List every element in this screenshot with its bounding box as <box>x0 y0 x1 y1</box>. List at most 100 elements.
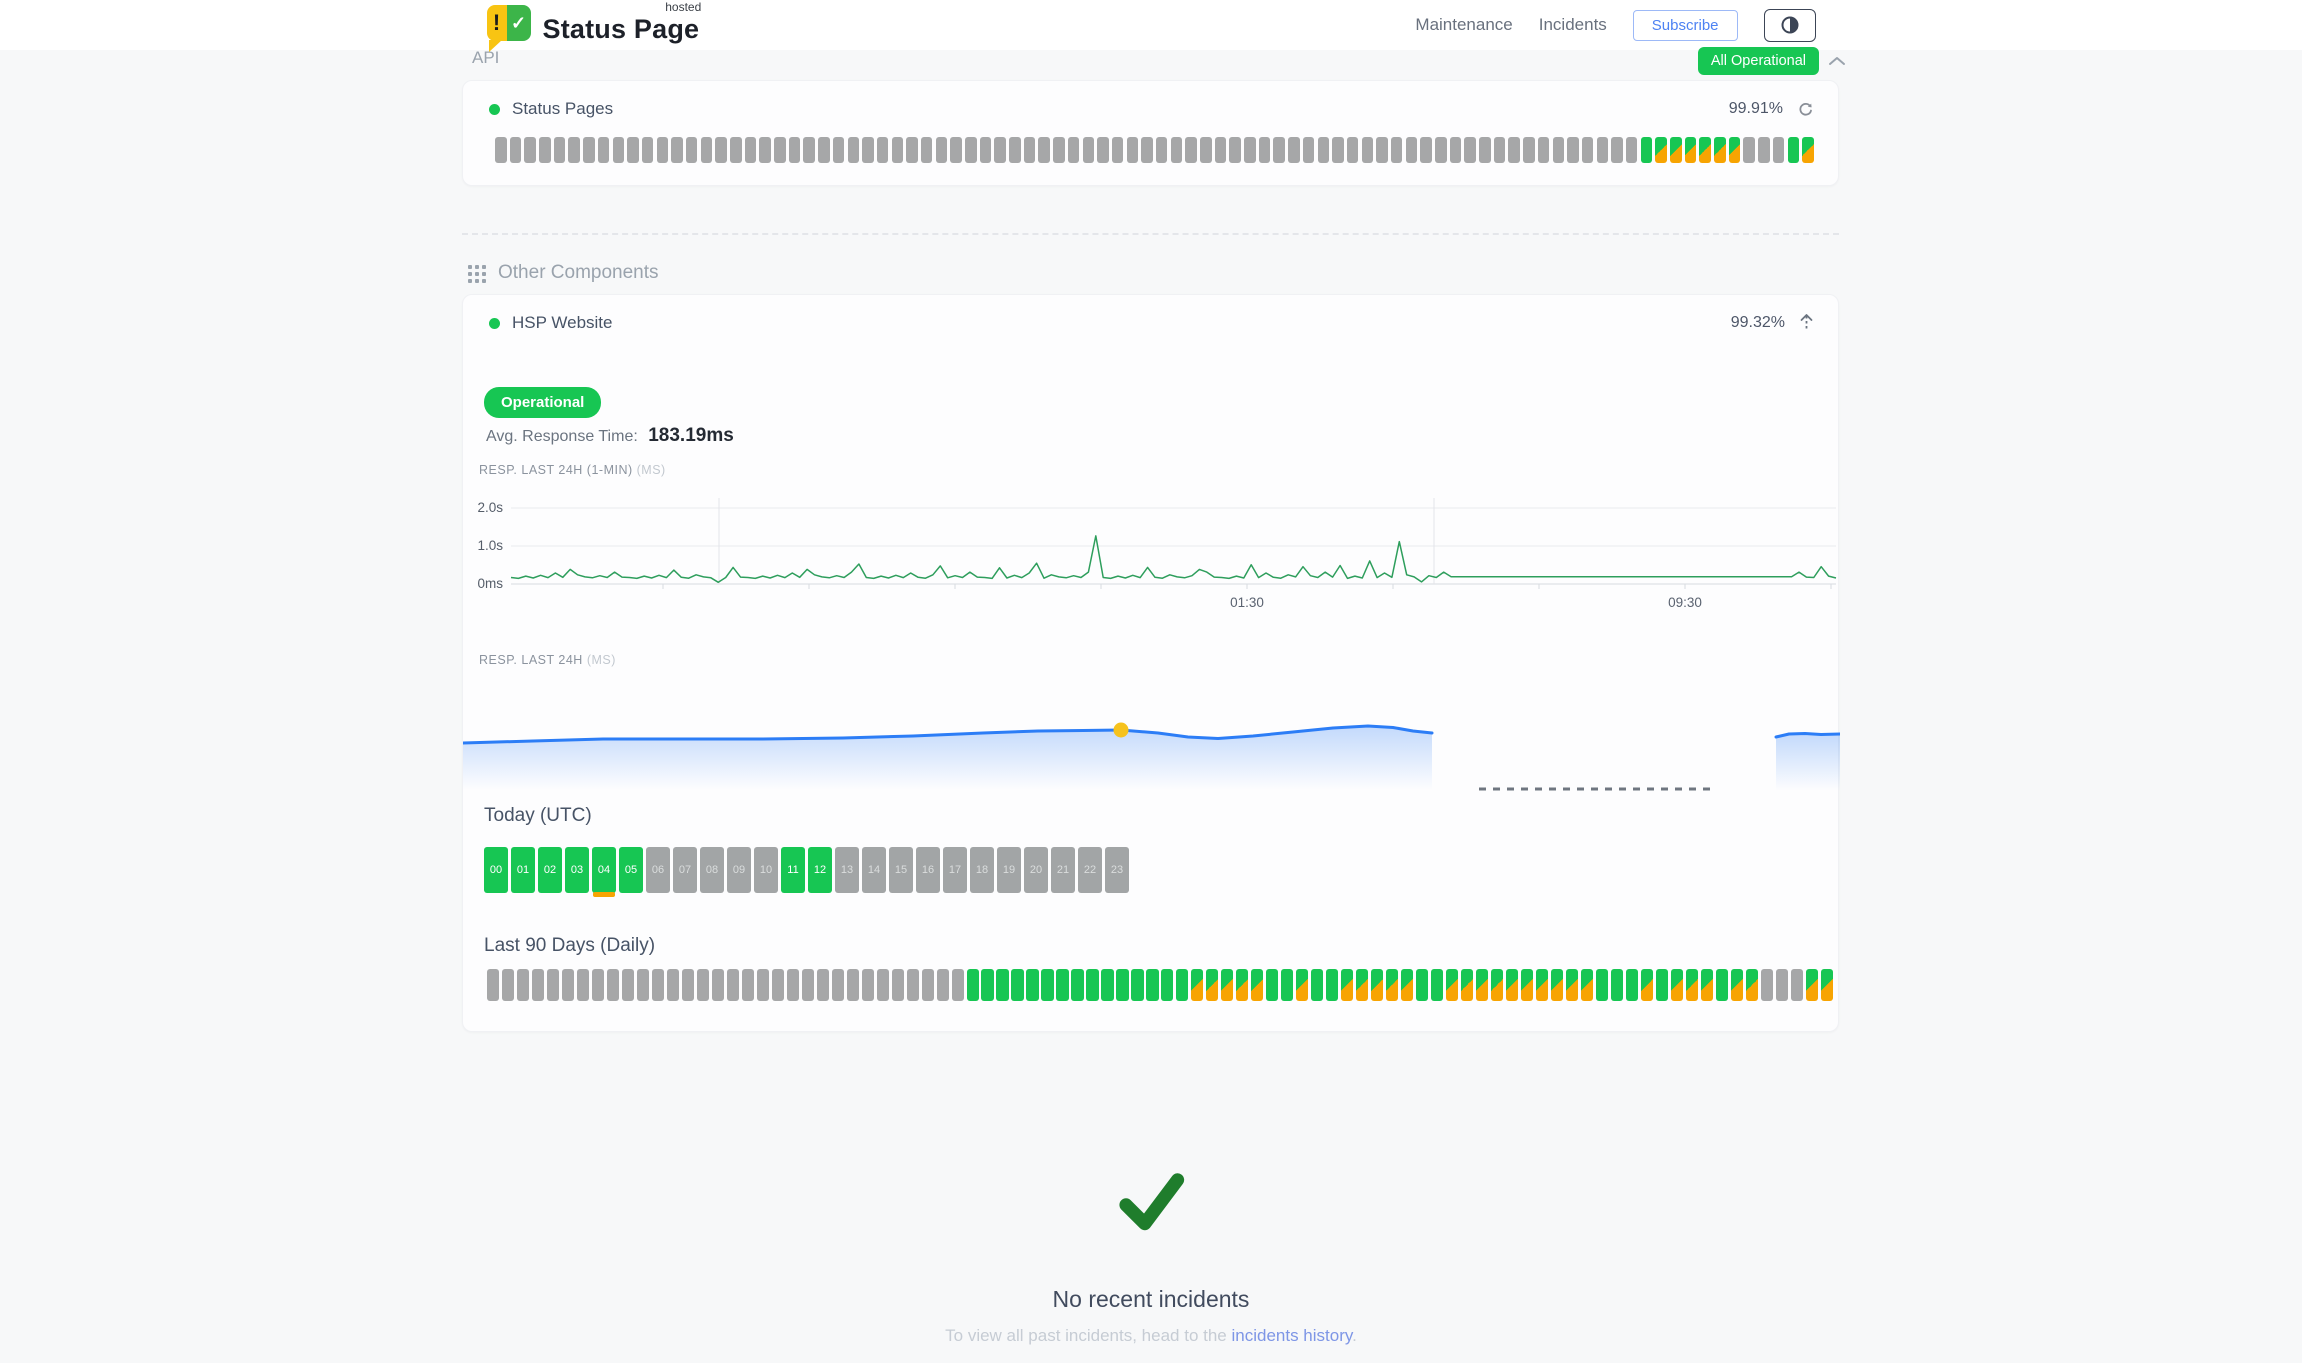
uptime-bar-degraded[interactable] <box>1251 969 1263 1001</box>
uptime-bar-no-data[interactable] <box>1229 137 1241 163</box>
uptime-bar-no-data[interactable] <box>627 137 639 163</box>
uptime-bar-no-data[interactable] <box>712 969 724 1001</box>
uptime-bar-operational[interactable] <box>1626 969 1638 1001</box>
uptime-bar-operational[interactable] <box>1611 969 1623 1001</box>
uptime-bar-no-data[interactable] <box>642 137 654 163</box>
uptime-bar-no-data[interactable] <box>652 969 664 1001</box>
uptime-bar-operational[interactable] <box>1656 969 1668 1001</box>
refresh-icon[interactable] <box>1797 101 1814 118</box>
uptime-bar-degraded[interactable] <box>1371 969 1383 1001</box>
uptime-bar-degraded[interactable] <box>1802 137 1814 163</box>
uptime-bar-degraded[interactable] <box>1731 969 1743 1001</box>
hour-block-14[interactable]: 14 <box>862 847 886 893</box>
uptime-bar-operational[interactable] <box>967 969 979 1001</box>
hour-block-10[interactable]: 10 <box>754 847 778 893</box>
hour-block-20[interactable]: 20 <box>1024 847 1048 893</box>
uptime-bar-degraded[interactable] <box>1521 969 1533 1001</box>
uptime-bar-no-data[interactable] <box>745 137 757 163</box>
uptime-bar-no-data[interactable] <box>1200 137 1212 163</box>
uptime-bar-degraded[interactable] <box>1821 969 1833 1001</box>
uptime-bar-no-data[interactable] <box>1776 969 1788 1001</box>
uptime-bar-operational[interactable] <box>1116 969 1128 1001</box>
uptime-bar-no-data[interactable] <box>802 969 814 1001</box>
uptime-bar-degraded[interactable] <box>1296 969 1308 1001</box>
hour-block-15[interactable]: 15 <box>889 847 913 893</box>
uptime-bar-degraded[interactable] <box>1729 137 1741 163</box>
uptime-bar-no-data[interactable] <box>1362 137 1374 163</box>
uptime-bar-no-data[interactable] <box>671 137 683 163</box>
uptime-bar-operational[interactable] <box>1596 969 1608 1001</box>
uptime-bar-degraded[interactable] <box>1670 137 1682 163</box>
uptime-bar-no-data[interactable] <box>1009 137 1021 163</box>
uptime-bar-degraded[interactable] <box>1581 969 1593 1001</box>
uptime-bar-no-data[interactable] <box>742 969 754 1001</box>
uptime-bar-degraded[interactable] <box>1551 969 1563 1001</box>
uptime-bar-no-data[interactable] <box>1494 137 1506 163</box>
uptime-bar-no-data[interactable] <box>862 137 874 163</box>
uptime-bar-degraded[interactable] <box>1714 137 1726 163</box>
uptime-bar-no-data[interactable] <box>1156 137 1168 163</box>
uptime-bar-operational[interactable] <box>1431 969 1443 1001</box>
uptime-bar-no-data[interactable] <box>637 969 649 1001</box>
uptime-bar-no-data[interactable] <box>803 137 815 163</box>
uptime-bar-degraded[interactable] <box>1236 969 1248 1001</box>
uptime-bar-no-data[interactable] <box>657 137 669 163</box>
uptime-bar-degraded[interactable] <box>1476 969 1488 1001</box>
uptime-bar-no-data[interactable] <box>789 137 801 163</box>
uptime-bar-no-data[interactable] <box>1508 137 1520 163</box>
nav-incidents[interactable]: Incidents <box>1539 15 1607 35</box>
uptime-bar-no-data[interactable] <box>952 969 964 1001</box>
uptime-bar-no-data[interactable] <box>682 969 694 1001</box>
uptime-bar-no-data[interactable] <box>1538 137 1550 163</box>
uptime-bar-no-data[interactable] <box>495 137 507 163</box>
hour-block-08[interactable]: 08 <box>700 847 724 893</box>
uptime-bar-no-data[interactable] <box>818 137 830 163</box>
uptime-bar-operational[interactable] <box>1071 969 1083 1001</box>
uptime-bar-operational[interactable] <box>1131 969 1143 1001</box>
uptime-bar-operational[interactable] <box>1101 969 1113 1001</box>
uptime-bar-no-data[interactable] <box>848 137 860 163</box>
uptime-bar-no-data[interactable] <box>1038 137 1050 163</box>
uptime-bar-no-data[interactable] <box>1127 137 1139 163</box>
uptime-bar-operational[interactable] <box>1716 969 1728 1001</box>
uptime-bar-no-data[interactable] <box>1112 137 1124 163</box>
uptime-bar-no-data[interactable] <box>583 137 595 163</box>
uptime-bar-no-data[interactable] <box>787 969 799 1001</box>
uptime-bar-no-data[interactable] <box>1068 137 1080 163</box>
uptime-bar-no-data[interactable] <box>759 137 771 163</box>
uptime-bar-no-data[interactable] <box>1435 137 1447 163</box>
uptime-bar-no-data[interactable] <box>715 137 727 163</box>
hour-block-07[interactable]: 07 <box>673 847 697 893</box>
uptime-bar-no-data[interactable] <box>562 969 574 1001</box>
uptime-bar-no-data[interactable] <box>1611 137 1623 163</box>
uptime-bar-degraded[interactable] <box>1461 969 1473 1001</box>
uptime-bar-no-data[interactable] <box>1773 137 1785 163</box>
hour-block-22[interactable]: 22 <box>1078 847 1102 893</box>
hour-block-01[interactable]: 01 <box>511 847 535 893</box>
uptime-bar-no-data[interactable] <box>774 137 786 163</box>
uptime-bar-no-data[interactable] <box>1464 137 1476 163</box>
uptime-bar-no-data[interactable] <box>1083 137 1095 163</box>
uptime-bar-no-data[interactable] <box>950 137 962 163</box>
uptime-bar-degraded[interactable] <box>1386 969 1398 1001</box>
uptime-bar-degraded[interactable] <box>1671 969 1683 1001</box>
uptime-bar-no-data[interactable] <box>877 969 889 1001</box>
uptime-bar-no-data[interactable] <box>697 969 709 1001</box>
hour-block-13[interactable]: 13 <box>835 847 859 893</box>
uptime-bar-no-data[interactable] <box>892 969 904 1001</box>
uptime-bar-no-data[interactable] <box>1185 137 1197 163</box>
uptime-bar-no-data[interactable] <box>1332 137 1344 163</box>
uptime-bar-no-data[interactable] <box>686 137 698 163</box>
uptime-bar-operational[interactable] <box>1788 137 1800 163</box>
uptime-bar-degraded[interactable] <box>1685 137 1697 163</box>
uptime-bar-no-data[interactable] <box>577 969 589 1001</box>
uptime-bar-no-data[interactable] <box>1259 137 1271 163</box>
hour-block-04[interactable]: 04 <box>592 847 616 893</box>
uptime-bar-degraded[interactable] <box>1746 969 1758 1001</box>
hour-block-19[interactable]: 19 <box>997 847 1021 893</box>
hour-block-02[interactable]: 02 <box>538 847 562 893</box>
uptime-bar-no-data[interactable] <box>832 969 844 1001</box>
uptime-bar-operational[interactable] <box>996 969 1008 1001</box>
hour-block-21[interactable]: 21 <box>1051 847 1075 893</box>
uptime-bar-operational[interactable] <box>1161 969 1173 1001</box>
